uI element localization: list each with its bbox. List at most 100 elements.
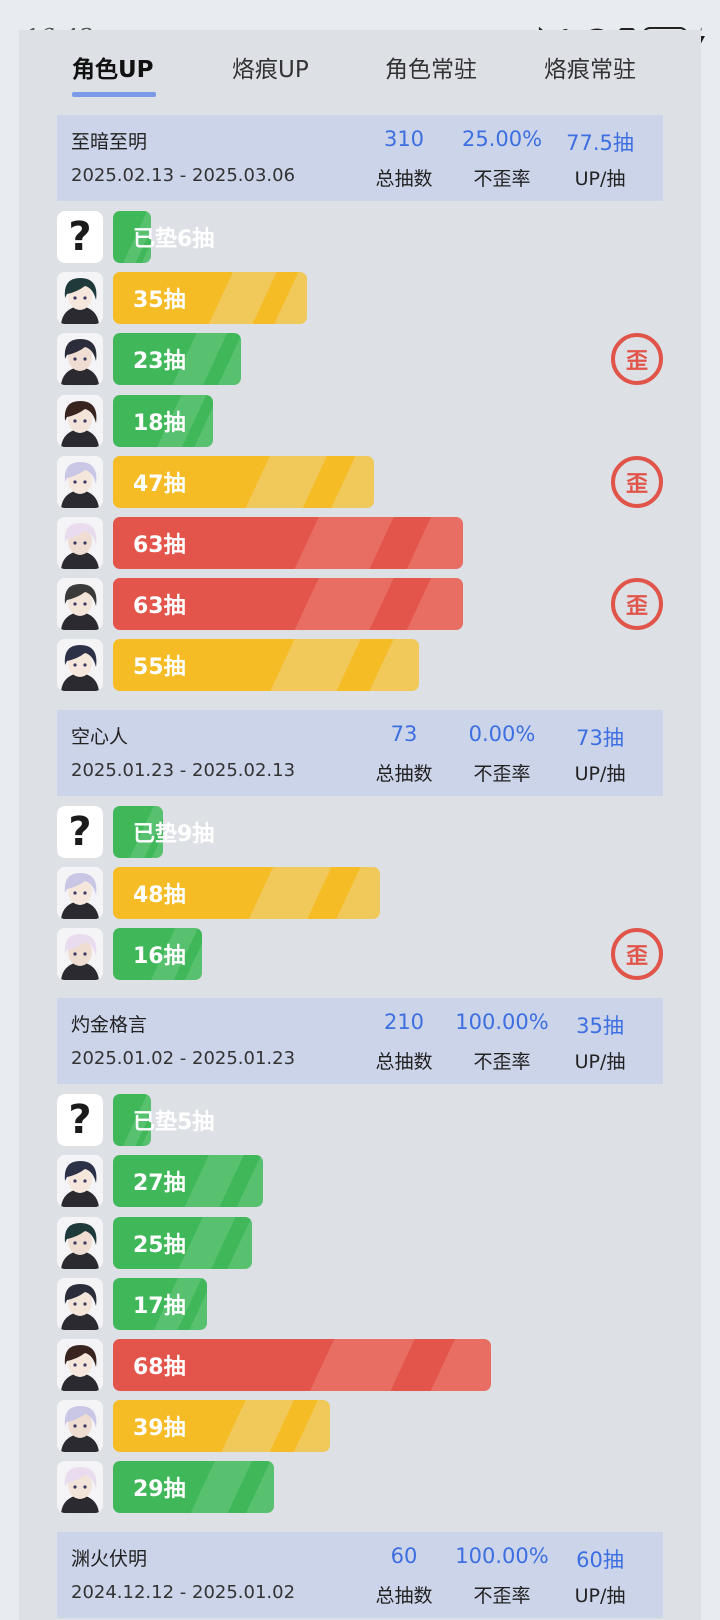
stat-per-up-label: UP/抽 bbox=[574, 1584, 626, 1607]
stat-per-up-value: 60抽 bbox=[576, 1547, 624, 1572]
character-avatar bbox=[57, 928, 103, 980]
lost-5050-badge: 歪 bbox=[611, 333, 663, 386]
tab-imprint-up[interactable]: 烙痕UP bbox=[232, 50, 309, 84]
pull-row[interactable]: 63抽 bbox=[57, 517, 663, 569]
stat-rate-value: 25.00% bbox=[461, 127, 543, 151]
stat-per-up-value: 73抽 bbox=[576, 725, 624, 750]
stat-rate-label: 不歪率 bbox=[473, 1051, 531, 1074]
pull-row[interactable]: 68抽 bbox=[57, 1339, 663, 1391]
pull-count-label: 23抽 bbox=[133, 349, 186, 375]
unknown-icon: ? bbox=[57, 1094, 103, 1147]
pull-count-label: 68抽 bbox=[133, 1355, 186, 1380]
pending-pity-row[interactable]: ? 已垫9抽 bbox=[57, 805, 663, 858]
character-avatar bbox=[57, 1400, 103, 1453]
pull-count-label: 55抽 bbox=[133, 655, 186, 681]
pull-row[interactable]: 63抽 歪 bbox=[57, 578, 663, 631]
banner-name: 灼金格言 bbox=[71, 1014, 148, 1037]
tab-character-standard[interactable]: 角色常驻 bbox=[385, 50, 477, 84]
banner-summary[interactable]: 渊火伏明 2024.12.12 - 2025.01.02 60 总抽数 100.… bbox=[57, 1531, 663, 1618]
banner-dates: 2025.02.13 - 2025.03.06 bbox=[71, 165, 296, 186]
pull-count-label: 48抽 bbox=[133, 882, 186, 908]
gacha-record-panel[interactable]: 角色UP 烙痕UP 角色常驻 烙痕常驻 至暗至明 2025.02.13 - 20… bbox=[19, 30, 701, 1620]
stat-rate-value: 0.00% bbox=[468, 721, 536, 746]
pull-row[interactable]: 25抽 bbox=[57, 1216, 663, 1269]
pull-count-label: 27抽 bbox=[133, 1171, 186, 1197]
pending-pity-row[interactable]: ? 已垫6抽 bbox=[57, 211, 663, 263]
banner-dates: 2024.12.12 - 2025.01.02 bbox=[71, 1581, 296, 1603]
pull-row[interactable]: 27抽 bbox=[57, 1155, 663, 1208]
stat-rate-value: 100.00% bbox=[455, 1543, 549, 1568]
tab-bar: 角色UP 烙痕UP 角色常驻 烙痕常驻 bbox=[19, 30, 701, 120]
character-avatar bbox=[57, 578, 103, 631]
unknown-icon: ? bbox=[57, 805, 103, 858]
tab-imprint-standard[interactable]: 烙痕常驻 bbox=[544, 50, 636, 84]
pull-count-label: 17抽 bbox=[133, 1293, 186, 1319]
banner-name: 至暗至明 bbox=[71, 131, 148, 153]
character-avatar bbox=[57, 1216, 103, 1269]
stat-rate-value: 100.00% bbox=[455, 1010, 549, 1035]
pull-count-label: 39抽 bbox=[133, 1416, 186, 1442]
stat-per-up-label: UP/抽 bbox=[574, 762, 626, 785]
banner-summary[interactable]: 空心人 2025.01.23 - 2025.02.13 73 总抽数 0.00%… bbox=[57, 709, 663, 796]
lost-5050-badge: 歪 bbox=[611, 578, 663, 631]
stat-total-value: 310 bbox=[383, 127, 425, 151]
pull-count-label: 18抽 bbox=[133, 410, 186, 436]
stat-per-up-value: 77.5抽 bbox=[566, 131, 634, 155]
pull-count-label: 63抽 bbox=[133, 533, 186, 558]
pull-count-label: 已垫5抽 bbox=[133, 1110, 215, 1136]
pull-row[interactable]: 16抽 歪 bbox=[57, 928, 663, 980]
pull-row[interactable]: 17抽 bbox=[57, 1277, 663, 1330]
pull-count-label: 25抽 bbox=[133, 1232, 186, 1258]
stat-total-label: 总抽数 bbox=[375, 1584, 433, 1607]
lost-5050-badge: 歪 bbox=[611, 455, 663, 508]
tab-character-up[interactable]: 角色UP bbox=[72, 50, 154, 84]
banner-summary[interactable]: 至暗至明 2025.02.13 - 2025.03.06 310 总抽数 25.… bbox=[57, 115, 663, 201]
unknown-icon: ? bbox=[57, 211, 103, 263]
banner-name: 空心人 bbox=[71, 725, 129, 748]
pull-count-label: 35抽 bbox=[133, 288, 186, 314]
stat-total-label: 总抽数 bbox=[375, 762, 433, 785]
stat-rate-label: 不歪率 bbox=[473, 762, 531, 785]
character-avatar bbox=[57, 1277, 103, 1330]
stat-rate-label: 不歪率 bbox=[473, 168, 531, 190]
pull-count-label: 63抽 bbox=[133, 594, 186, 620]
banner-summary[interactable]: 灼金格言 2025.01.02 - 2025.01.23 210 总抽数 100… bbox=[57, 998, 663, 1085]
pull-row[interactable]: 29抽 bbox=[57, 1461, 663, 1514]
character-avatar bbox=[57, 1339, 103, 1391]
stat-per-up-label: UP/抽 bbox=[574, 1051, 626, 1074]
pull-count-label: 已垫9抽 bbox=[133, 821, 215, 847]
pull-row[interactable]: 39抽 bbox=[57, 1400, 663, 1453]
banner-name: 渊火伏明 bbox=[71, 1547, 148, 1570]
character-avatar bbox=[57, 455, 103, 508]
active-tab-indicator bbox=[72, 92, 156, 97]
character-avatar bbox=[57, 272, 103, 325]
stat-per-up-label: UP/抽 bbox=[574, 168, 626, 190]
character-avatar bbox=[57, 517, 103, 569]
pull-row[interactable]: 18抽 bbox=[57, 394, 663, 447]
character-avatar bbox=[57, 333, 103, 386]
pull-row[interactable]: 23抽 歪 bbox=[57, 333, 663, 386]
pull-count-label: 47抽 bbox=[133, 471, 186, 497]
stat-total-value: 73 bbox=[390, 721, 418, 746]
pull-row[interactable]: 35抽 bbox=[57, 272, 663, 325]
banner-dates: 2025.01.23 - 2025.02.13 bbox=[71, 759, 296, 781]
character-avatar bbox=[57, 866, 103, 919]
character-avatar bbox=[57, 639, 103, 692]
pull-count-label: 29抽 bbox=[133, 1477, 186, 1503]
stat-total-value: 210 bbox=[383, 1010, 425, 1035]
stat-total-label: 总抽数 bbox=[375, 168, 433, 190]
pending-pity-row[interactable]: ? 已垫5抽 bbox=[57, 1094, 663, 1147]
banner-dates: 2025.01.02 - 2025.01.23 bbox=[71, 1048, 296, 1070]
pull-row[interactable]: 48抽 bbox=[57, 866, 663, 919]
pull-row[interactable]: 55抽 bbox=[57, 639, 663, 692]
character-avatar bbox=[57, 1461, 103, 1514]
pull-count-label: 16抽 bbox=[133, 944, 186, 969]
stat-rate-label: 不歪率 bbox=[473, 1584, 531, 1607]
pull-row[interactable]: 47抽 歪 bbox=[57, 455, 663, 508]
stat-total-value: 60 bbox=[390, 1543, 418, 1568]
character-avatar bbox=[57, 1155, 103, 1208]
pull-count-label: 已垫6抽 bbox=[133, 227, 215, 252]
lost-5050-badge: 歪 bbox=[611, 928, 663, 980]
stat-per-up-value: 35抽 bbox=[576, 1014, 624, 1039]
stat-total-label: 总抽数 bbox=[375, 1051, 433, 1074]
